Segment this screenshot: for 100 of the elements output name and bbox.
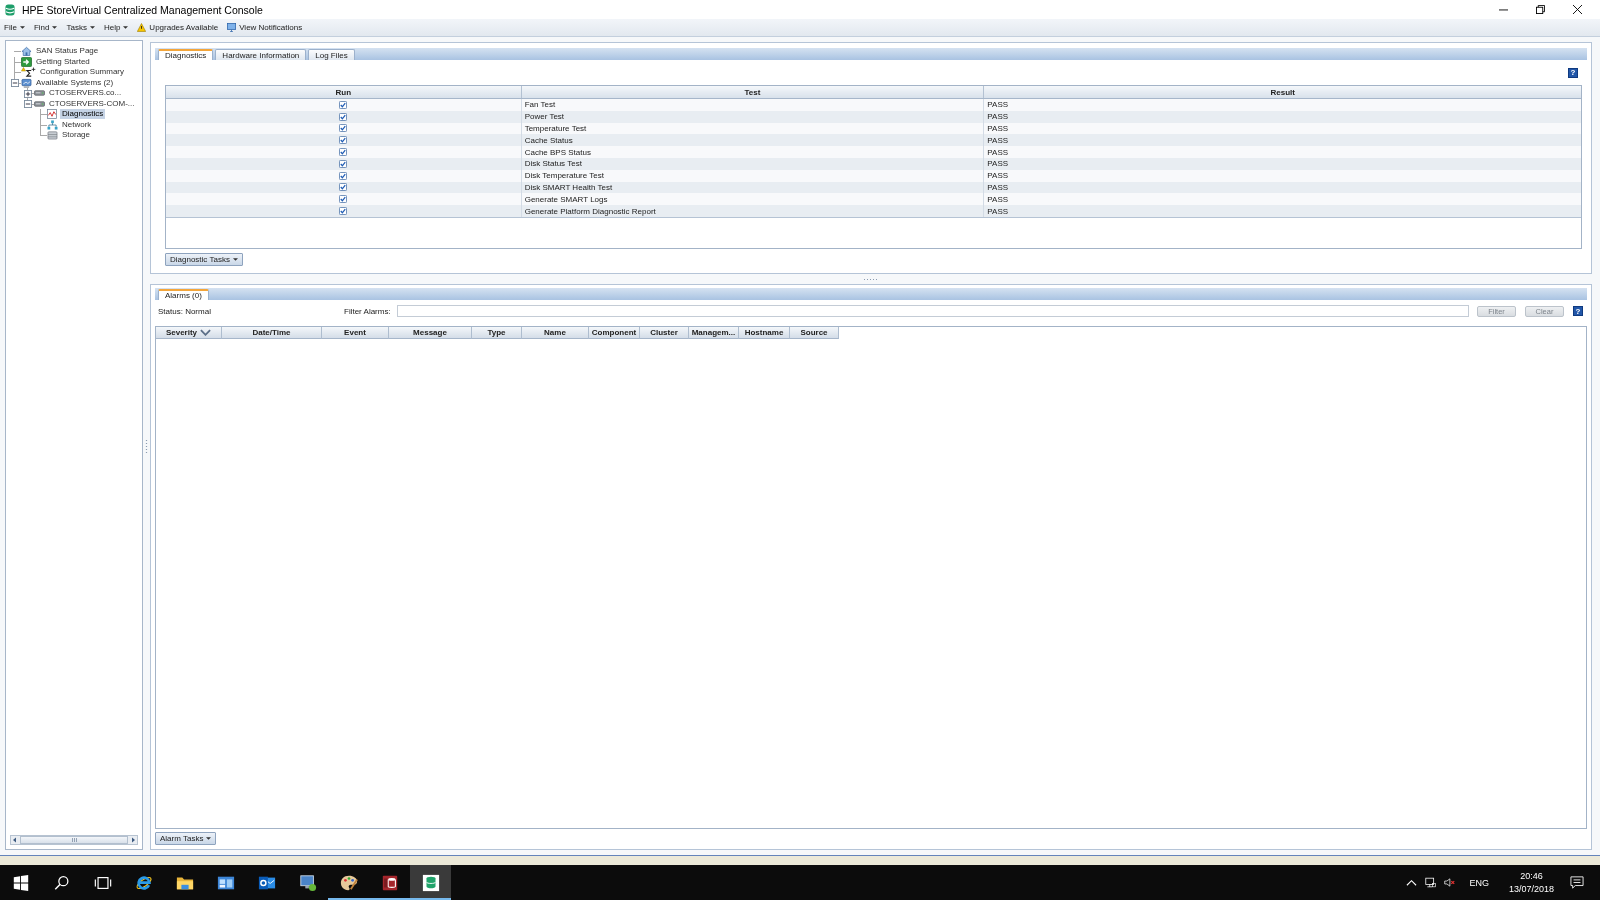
- column-header[interactable]: Message: [389, 327, 472, 339]
- search-icon: [52, 873, 71, 892]
- caret-icon: [52, 26, 58, 29]
- checkbox[interactable]: [339, 136, 348, 145]
- tasks-menu-button[interactable]: Diagnostic Tasks: [165, 253, 243, 266]
- tab[interactable]: Alarms (0): [158, 289, 209, 300]
- browser-icon: [134, 873, 153, 892]
- collapse-icon[interactable]: [23, 100, 32, 108]
- table-cell: Cache BPS Status: [521, 146, 984, 158]
- arrow-sign-icon: [21, 56, 32, 67]
- column-header: Test: [521, 86, 984, 99]
- menu-item[interactable]: Help: [102, 20, 130, 35]
- column-header[interactable]: Hostname: [739, 327, 790, 339]
- grip-icon: [71, 838, 77, 842]
- caret-icon: [89, 26, 95, 29]
- table-cell: PASS: [983, 205, 1581, 218]
- server-icon: [34, 88, 45, 99]
- menu-item[interactable]: Find: [32, 20, 59, 35]
- house-icon: [21, 46, 32, 57]
- computer-icon: [21, 77, 32, 88]
- tasks-menu-button[interactable]: Alarm Tasks: [155, 832, 217, 845]
- column-header[interactable]: Source: [790, 327, 839, 339]
- help-button[interactable]: ?: [1573, 306, 1583, 316]
- cylinder-icon: [5, 3, 15, 16]
- clock[interactable]: 20:46 13/07/2018: [1500, 869, 1562, 896]
- splitter-handle[interactable]: [863, 277, 879, 281]
- table-cell: Cache Status: [521, 134, 984, 147]
- taskbar-button[interactable]: [410, 865, 451, 900]
- tree-item[interactable]: Available Systems (2): [34, 77, 116, 88]
- database-icon: [380, 873, 399, 892]
- tree-item[interactable]: CTOSERVERS.co...: [47, 88, 124, 99]
- tree-item[interactable]: Getting Started: [34, 56, 92, 67]
- table-cell: PASS: [983, 193, 1581, 206]
- restore-icon: [1536, 5, 1545, 14]
- toolbar-button[interactable]: View Notifications: [226, 20, 304, 35]
- filter-field[interactable]: [396, 305, 1469, 317]
- monitor-icon: [298, 873, 317, 892]
- tree-item[interactable]: SAN Status Page: [34, 46, 101, 57]
- caret-icon: [123, 26, 129, 29]
- notification-icon[interactable]: [1570, 876, 1584, 889]
- alarm-status: Status: Normal: [158, 306, 212, 316]
- scrollbar-thumb[interactable]: [20, 836, 128, 844]
- sigma-icon: [21, 67, 36, 78]
- close-icon: [1573, 5, 1582, 14]
- table-cell: PASS: [983, 146, 1581, 158]
- warning-icon: [137, 23, 147, 32]
- network-icon[interactable]: [1425, 877, 1437, 888]
- chart-icon: [47, 109, 58, 120]
- speaker-muted-icon[interactable]: [1444, 877, 1456, 888]
- tree-item[interactable]: Configuration Summary: [38, 67, 127, 78]
- checkbox[interactable]: [339, 148, 348, 157]
- collapse-icon[interactable]: [10, 79, 19, 87]
- menu-item[interactable]: File: [3, 20, 26, 35]
- column-header[interactable]: Managem...: [689, 327, 739, 339]
- storage-icon: [47, 130, 58, 141]
- column-header: Run: [166, 86, 522, 99]
- menu-item[interactable]: Tasks: [65, 20, 96, 35]
- help-button[interactable]: ?: [1568, 67, 1578, 78]
- right-arrow-icon[interactable]: [129, 836, 137, 844]
- column-header[interactable]: Cluster: [640, 327, 689, 339]
- column-header: Result: [983, 86, 1581, 99]
- checkbox[interactable]: [339, 183, 348, 192]
- expand-icon[interactable]: [23, 89, 32, 98]
- table-cell: PASS: [983, 134, 1581, 147]
- filter-label: Filter Alarms:: [344, 306, 391, 316]
- checkbox[interactable]: [339, 195, 348, 204]
- column-header[interactable]: Date/Time: [222, 327, 322, 339]
- left-arrow-icon[interactable]: [11, 836, 19, 844]
- column-header[interactable]: Name: [522, 327, 589, 339]
- tab[interactable]: Log Files: [308, 49, 355, 60]
- column-header[interactable]: Component: [589, 327, 640, 339]
- column-header[interactable]: Event: [322, 327, 389, 339]
- server-icon: [34, 98, 45, 109]
- toolbar-button[interactable]: Upgrades Available: [136, 20, 220, 35]
- column-header[interactable]: Type: [472, 327, 522, 339]
- horizontal-scrollbar[interactable]: [10, 835, 138, 845]
- column-header[interactable]: Severity: [156, 327, 222, 339]
- checkbox[interactable]: [339, 159, 348, 168]
- caret-icon: [206, 837, 212, 840]
- tree-item[interactable]: Storage: [60, 130, 93, 141]
- tree-item[interactable]: Diagnostics: [60, 109, 106, 120]
- splitter-handle[interactable]: [145, 439, 148, 453]
- table-cell: Generate SMART Logs: [521, 193, 984, 206]
- tree-item[interactable]: CTOSERVERS-COM-...: [47, 98, 137, 109]
- checkbox[interactable]: [339, 124, 348, 133]
- checkbox[interactable]: [339, 112, 348, 121]
- chevron-up-icon[interactable]: [1406, 877, 1418, 888]
- tab[interactable]: Hardware Information: [215, 49, 307, 60]
- checkbox[interactable]: [339, 207, 348, 216]
- checkbox[interactable]: [339, 100, 348, 109]
- database-icon: [421, 873, 440, 892]
- tab[interactable]: Diagnostics: [158, 49, 214, 60]
- monitor-icon: [227, 23, 237, 32]
- checkbox[interactable]: [339, 171, 348, 180]
- window-title: HPE StoreVirtual Centralized Management Console: [22, 3, 263, 16]
- caret-icon: [19, 26, 25, 29]
- window-panes-icon: [11, 873, 30, 892]
- language-indicator[interactable]: ENG: [1469, 877, 1489, 888]
- tree-item[interactable]: Network: [60, 119, 94, 130]
- palette-icon: [339, 873, 358, 892]
